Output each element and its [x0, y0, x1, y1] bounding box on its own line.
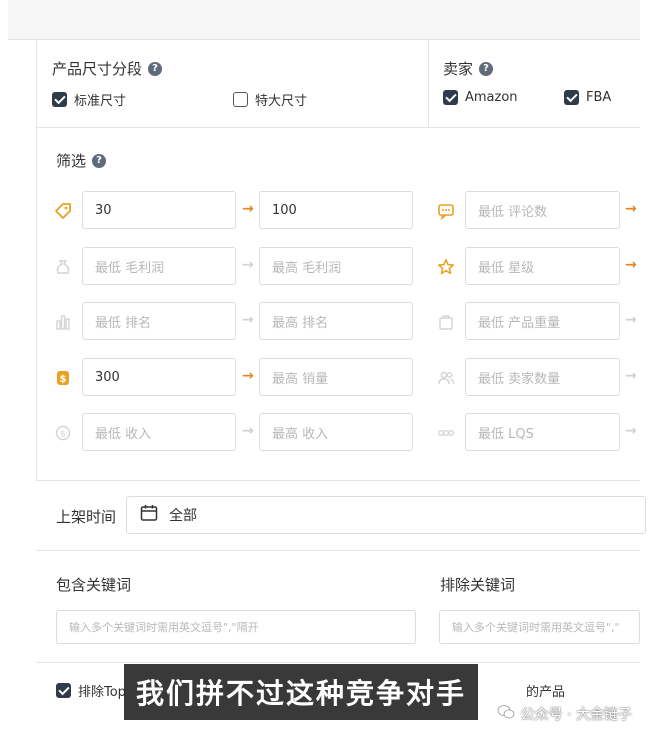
video-subtitle: 我们拼不过这种竞争对手	[124, 664, 479, 720]
users-icon	[437, 369, 455, 387]
money-bag-icon	[54, 258, 72, 276]
include-keywords-title-text: 包含关键词	[56, 576, 132, 594]
price-min-input[interactable]: 30	[82, 191, 236, 229]
include-keywords-title: 包含关键词	[56, 574, 131, 595]
listing-time-select[interactable]: 全部	[126, 496, 646, 534]
rank-max-input[interactable]: 最高 排名	[259, 302, 413, 340]
listing-time-label-text: 上架时间	[56, 508, 117, 526]
svg-text:$: $	[60, 374, 67, 385]
arrow-right-icon: →	[625, 368, 637, 384]
filter-title: 筛选 ?	[56, 150, 107, 171]
seller-title-text: 卖家	[443, 60, 474, 78]
watermark: 公众号 · 大金链子	[497, 704, 632, 724]
price-tag-icon	[54, 202, 72, 220]
calendar-icon	[139, 503, 159, 527]
help-icon[interactable]: ?	[92, 153, 107, 168]
comment-icon	[437, 202, 455, 220]
revenue-min-input[interactable]: 最低 收入	[82, 413, 236, 451]
sales-max-input[interactable]: 最高 销量	[259, 358, 413, 396]
oversize-label: 特大尺寸	[255, 94, 308, 109]
arrow-right-icon: →	[625, 423, 637, 439]
divider	[36, 127, 640, 128]
svg-text:$: $	[60, 430, 66, 440]
arrow-right-icon: →	[625, 257, 637, 273]
exclude-keywords-title: 排除关键词	[440, 574, 515, 595]
arrow-right-icon: →	[242, 312, 254, 328]
checkbox-checked-icon[interactable]	[52, 92, 67, 107]
listing-time-value: 全部	[169, 508, 197, 524]
fba-checkbox[interactable]: FBA	[564, 90, 611, 105]
exclude-top-label: 排除Top	[78, 685, 126, 700]
revenue-max-input[interactable]: 最高 收入	[259, 413, 413, 451]
rank-min-input[interactable]: 最低 排名	[82, 302, 236, 340]
checkbox-unchecked-icon[interactable]	[233, 92, 248, 107]
checkbox-checked-icon[interactable]	[564, 90, 579, 105]
arrow-right-icon: →	[625, 201, 637, 217]
fba-label: FBA	[586, 90, 612, 105]
oversize-checkbox[interactable]: 特大尺寸	[233, 90, 307, 109]
filter-title-text: 筛选	[56, 152, 87, 170]
sellers-min-input[interactable]: 最低 卖家数量	[465, 358, 620, 396]
divider	[36, 550, 640, 551]
arrow-right-icon: →	[242, 368, 254, 384]
revenue-icon: $	[54, 424, 72, 442]
sales-min-input[interactable]: 300	[82, 358, 236, 396]
include-keywords-input[interactable]: 输入多个关键词时需用英文逗号","隔开	[56, 610, 416, 644]
wechat-icon	[497, 704, 515, 724]
amazon-checkbox[interactable]: Amazon	[443, 90, 518, 105]
standard-size-label: 标准尺寸	[74, 94, 127, 109]
margin-min-input[interactable]: 最低 毛利润	[82, 247, 236, 285]
lqs-min-input[interactable]: 最低 LQS	[465, 413, 620, 451]
price-max-input[interactable]: 100	[259, 191, 413, 229]
arrow-right-icon: →	[242, 423, 254, 439]
size-segment-title: 产品尺寸分段 ?	[52, 58, 163, 79]
star-icon	[437, 258, 455, 276]
exclude-top-suffix: 的产品	[526, 681, 565, 700]
margin-max-input[interactable]: 最高 毛利润	[259, 247, 413, 285]
size-segment-title-text: 产品尺寸分段	[52, 60, 143, 78]
exclude-top-checkbox[interactable]: 排除Top	[56, 681, 126, 700]
seller-title: 卖家 ?	[443, 58, 494, 79]
exclude-top-suffix-text: 的产品	[526, 685, 566, 700]
bar-chart-icon	[54, 313, 72, 331]
left-frame-line	[36, 40, 37, 480]
arrow-right-icon: →	[242, 257, 254, 273]
section-divider	[428, 40, 429, 128]
listing-time-label: 上架时间	[56, 506, 116, 527]
watermark-text: 公众号 · 大金链子	[520, 707, 632, 723]
checkbox-checked-icon[interactable]	[56, 683, 71, 698]
arrow-right-icon: →	[625, 312, 637, 328]
divider	[36, 480, 640, 481]
exclude-keywords-title-text: 排除关键词	[440, 576, 516, 594]
reviews-min-input[interactable]: 最低 评论数	[465, 191, 620, 229]
top-bar	[8, 0, 640, 40]
exclude-keywords-input[interactable]: 输入多个关键词时需用英文逗号","	[439, 610, 640, 644]
amazon-label: Amazon	[465, 90, 518, 105]
checkbox-checked-icon[interactable]	[443, 90, 458, 105]
help-icon[interactable]: ?	[479, 61, 494, 76]
weight-min-input[interactable]: 最低 产品重量	[465, 302, 620, 340]
stars-min-input[interactable]: 最低 星级	[465, 247, 620, 285]
divider	[36, 662, 640, 663]
lqs-icon	[437, 424, 455, 442]
package-icon	[437, 313, 455, 331]
dollar-coin-icon: $	[54, 369, 72, 387]
arrow-right-icon: →	[242, 201, 254, 217]
help-icon[interactable]: ?	[148, 61, 163, 76]
standard-size-checkbox[interactable]: 标准尺寸	[52, 90, 126, 109]
